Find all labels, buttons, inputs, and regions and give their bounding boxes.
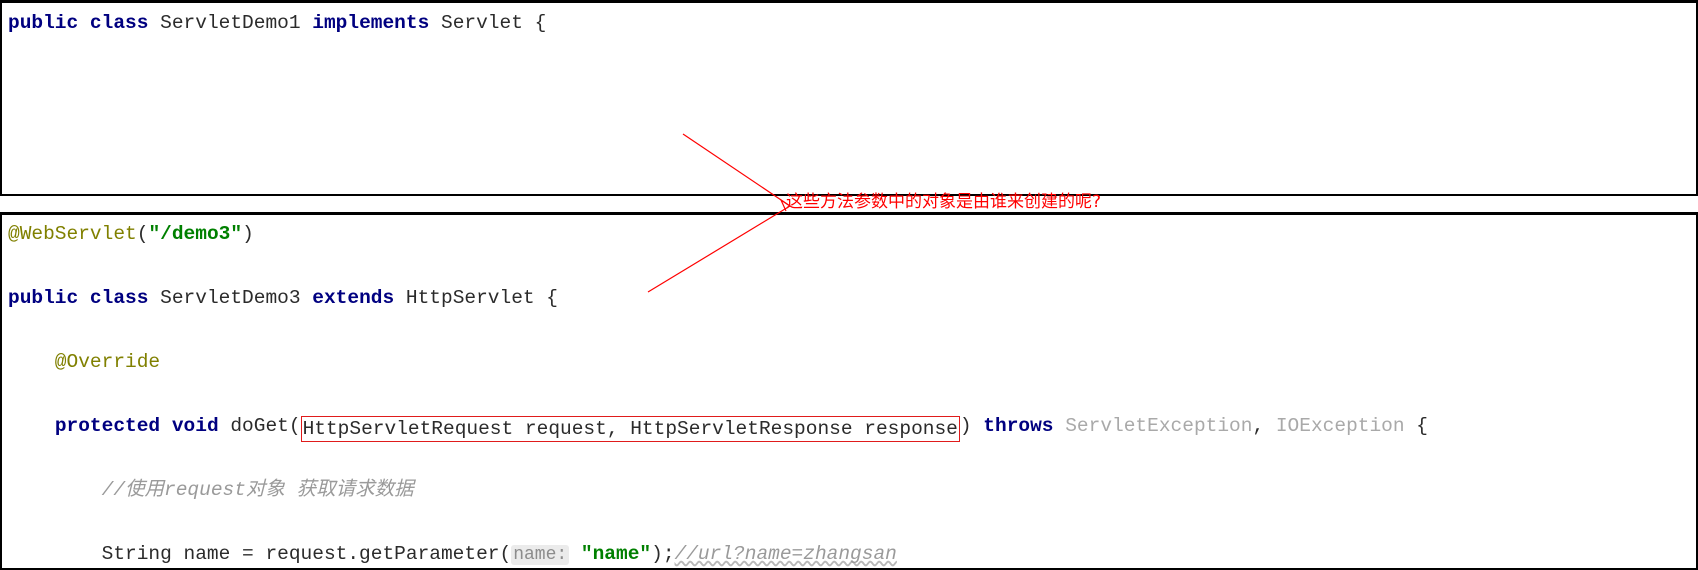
keyword-token: class	[89, 287, 149, 309]
keyword-token: class	[89, 12, 149, 34]
code-token: ServletException	[1065, 415, 1253, 437]
keyword-token: void	[171, 415, 219, 437]
code-token: (	[136, 223, 149, 245]
keyword-token: implements	[312, 12, 430, 34]
code-token: ,	[1252, 415, 1276, 437]
keyword-token: throws	[983, 415, 1054, 437]
keyword-token: public	[8, 12, 79, 34]
code-token: HttpServlet {	[394, 287, 559, 309]
code-token: {	[1404, 415, 1428, 437]
keyword-token: public	[8, 287, 79, 309]
code-line: @Override	[8, 346, 1696, 378]
code-token: String name = request.getParameter(	[8, 543, 512, 565]
code-token: )	[959, 415, 984, 437]
code-panel-servlet-demo1: public class ServletDemo1 implements Ser…	[0, 0, 1698, 196]
java-annotation: @Override	[8, 351, 161, 373]
code-token: Servlet {	[429, 12, 547, 34]
code-comment: //url?name=zhangsan	[674, 543, 897, 565]
string-literal: "name"	[580, 543, 652, 565]
keyword-token: extends	[312, 287, 395, 309]
code-line: protected void doGet(HttpServletRequest …	[8, 410, 1696, 442]
string-literal: "/demo3"	[148, 223, 243, 245]
code-line: public class ServletDemo3 extends HttpSe…	[8, 282, 1696, 314]
code-token: doGet(	[218, 415, 301, 437]
code-line: public class ServletDemo1 implements Ser…	[8, 7, 1696, 39]
code-token: );	[651, 543, 675, 565]
code-comment: //使用request对象 获取请求数据	[8, 479, 414, 501]
code-line: @WebServlet("/demo3")	[8, 218, 1696, 250]
code-block-top[interactable]: public class ServletDemo1 implements Ser…	[2, 3, 1696, 194]
param-highlight-box: HttpServletRequest request, HttpServletR…	[300, 416, 960, 442]
keyword-token: protected	[54, 415, 161, 437]
method-parameters: HttpServletRequest request, HttpServletR…	[302, 418, 958, 440]
parameter-name-hint: name:	[511, 545, 570, 565]
code-line: String name = request.getParameter(name:…	[8, 538, 1696, 568]
code-line: //使用request对象 获取请求数据	[8, 474, 1696, 506]
code-token: )	[242, 223, 254, 245]
callout-question-text: 这些方法参数中的对象是由谁来创建的呢?	[786, 192, 1102, 212]
code-token: ServletDemo3	[148, 287, 313, 309]
java-annotation: @WebServlet	[8, 223, 137, 245]
code-token: IOException	[1275, 415, 1405, 437]
code-token: ServletDemo1	[148, 12, 313, 34]
code-block-bottom[interactable]: @WebServlet("/demo3") public class Servl…	[2, 215, 1696, 568]
code-panel-servlet-demo3: @WebServlet("/demo3") public class Servl…	[0, 212, 1698, 570]
